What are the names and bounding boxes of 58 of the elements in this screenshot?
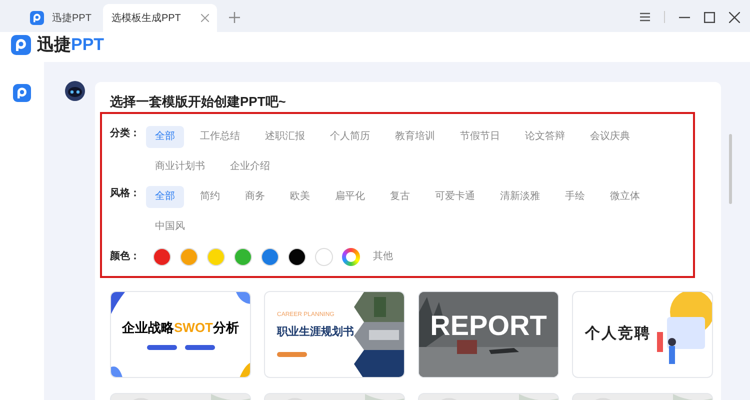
- template-thumbnail[interactable]: REPORT: [418, 290, 559, 378]
- robot-avatar-icon: [64, 80, 86, 102]
- filter-option[interactable]: 中国风: [146, 216, 194, 238]
- filter-label: 风格：: [110, 186, 141, 200]
- color-swatch[interactable]: [234, 248, 252, 266]
- color-swatch[interactable]: [207, 248, 225, 266]
- filter-option[interactable]: 手绘: [556, 186, 594, 208]
- filter-option[interactable]: 述职汇报: [256, 126, 314, 148]
- browser-tab[interactable]: 迅捷PPT: [22, 4, 100, 32]
- color-swatch[interactable]: [315, 248, 333, 266]
- other-colors-link[interactable]: 其他: [373, 249, 393, 264]
- template-title: REPORT: [430, 309, 547, 343]
- close-icon[interactable]: [729, 12, 740, 22]
- button-shapes-drawing: [146, 345, 214, 350]
- filter-option[interactable]: 全部: [146, 186, 184, 208]
- home-nav-item[interactable]: [13, 84, 31, 102]
- color-wheel-icon[interactable]: [342, 248, 360, 266]
- filter-option[interactable]: 节假节日: [451, 126, 509, 148]
- filter-option[interactable]: 教育培训: [386, 126, 444, 148]
- browser-tab[interactable]: 选模板生成PPT: [103, 4, 217, 32]
- filter-option[interactable]: 复古: [381, 186, 419, 208]
- maximize-icon[interactable]: [704, 12, 715, 22]
- color-swatch[interactable]: [261, 248, 279, 266]
- filter-option[interactable]: 工作总结: [191, 126, 249, 148]
- template-thumbnail[interactable]: 企业战略SWOT分析: [110, 290, 251, 378]
- filter-label: 颜色：: [110, 250, 141, 264]
- filter-option[interactable]: 清新淡雅: [491, 186, 549, 208]
- button-shape: [277, 352, 307, 358]
- filter-option[interactable]: 商务: [236, 186, 274, 208]
- filter-option[interactable]: 全部: [146, 126, 184, 148]
- app-logo-icon: [30, 11, 44, 25]
- filter-option[interactable]: 论文答辩: [516, 126, 574, 148]
- filter-option[interactable]: 企业介绍: [221, 156, 279, 178]
- add-tab-icon[interactable]: [228, 12, 240, 23]
- color-swatch[interactable]: [180, 248, 198, 266]
- app-logo-icon: [11, 35, 31, 55]
- template-title: 企业战略SWOT分析: [122, 318, 239, 337]
- tab-label: 选模板生成PPT: [111, 12, 181, 26]
- filter-option[interactable]: 扁平化: [326, 186, 374, 208]
- menu-icon[interactable]: [640, 12, 650, 22]
- filter-label: 分类：: [110, 126, 141, 140]
- color-swatch[interactable]: [288, 248, 306, 266]
- app-name: 迅捷PPT: [37, 34, 104, 56]
- template-title: 职业生涯规划书: [277, 324, 355, 340]
- app-logo-icon: [13, 84, 31, 102]
- scrollbar[interactable]: [729, 134, 732, 204]
- filter-option[interactable]: 商业计划书: [146, 156, 214, 178]
- filter-option[interactable]: 简约: [191, 186, 229, 208]
- prompt-title: 选择一套模版开始创建PPT吧~: [110, 93, 287, 111]
- filter-option[interactable]: 可爱卡通: [426, 186, 484, 208]
- tab-label: 迅捷PPT: [52, 12, 92, 26]
- filter-option[interactable]: 会议庆典: [581, 126, 639, 148]
- template-thumbnail[interactable]: 个人竞聘: [572, 290, 713, 378]
- template-title: 个人竞聘: [585, 324, 651, 344]
- color-swatch[interactable]: [153, 248, 171, 266]
- filter-option[interactable]: 微立体: [601, 186, 649, 208]
- filter-option[interactable]: 个人简历: [321, 126, 379, 148]
- filter-option[interactable]: 欧美: [281, 186, 319, 208]
